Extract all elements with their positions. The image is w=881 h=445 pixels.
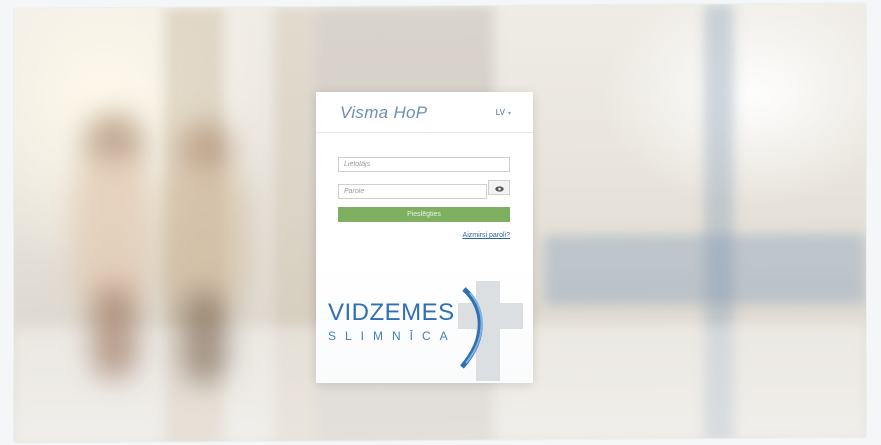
person-body	[164, 167, 249, 308]
language-label: LV	[495, 108, 505, 117]
window-city-view	[544, 233, 866, 306]
language-selector[interactable]: LV ▾	[496, 108, 511, 117]
logo-subtitle: SLIMNĪCA	[328, 329, 457, 343]
panel-header: Visma HoP LV ▾	[316, 92, 533, 133]
password-row	[338, 180, 510, 199]
app-title: Visma HoP	[340, 103, 428, 122]
eye-icon	[494, 179, 504, 197]
login-button[interactable]: Pieslēgties	[338, 207, 510, 222]
logo-name: VIDZEMES	[328, 299, 455, 326]
person-legs	[92, 287, 137, 379]
person-legs	[182, 292, 227, 383]
password-input[interactable]	[338, 184, 487, 199]
show-password-button[interactable]	[488, 180, 510, 195]
chevron-down-icon: ▾	[507, 111, 511, 117]
login-panel: Visma HoP LV▾ Pieslēgties Aizmirsi parol…	[316, 92, 533, 383]
username-input[interactable]	[338, 157, 510, 172]
forgot-password-link[interactable]: Aizmirsi paroli?	[463, 232, 510, 239]
hospital-logo: VIDZEMES SLIMNĪCA	[316, 259, 533, 383]
person-body	[72, 157, 152, 309]
